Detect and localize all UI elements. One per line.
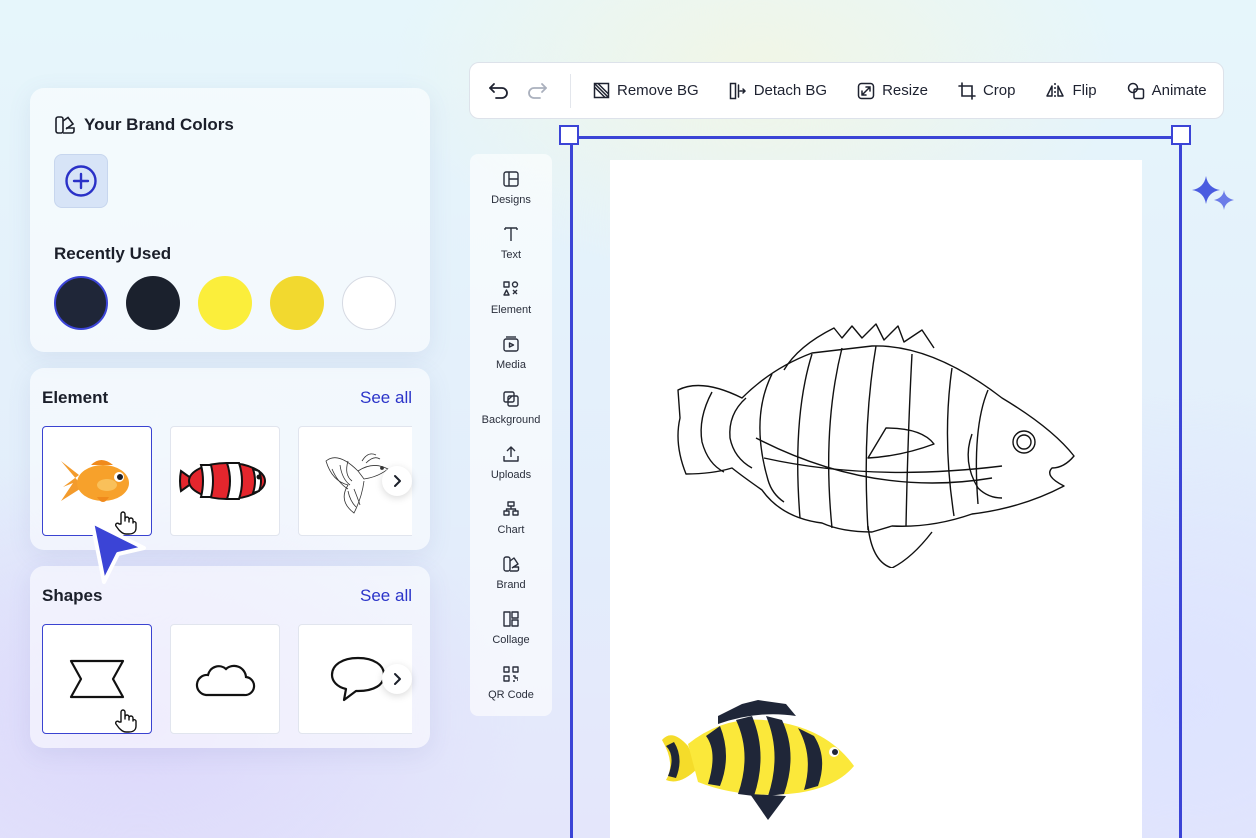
- element-section-title: Element: [42, 388, 109, 407]
- clownfish-image: [179, 462, 266, 500]
- hand-pointer-icon: [115, 709, 137, 733]
- color-swatch[interactable]: [270, 276, 324, 330]
- sidebar-item-label: Background: [481, 414, 541, 426]
- element-clownfish-thumb[interactable]: [170, 426, 280, 536]
- resize-handle-top-right[interactable]: [1171, 125, 1191, 145]
- shapes-next-button[interactable]: [382, 664, 412, 694]
- sidebar-item-label: Uploads: [490, 469, 532, 481]
- animate-icon: [1127, 82, 1144, 99]
- plus-circle-icon: [65, 165, 97, 197]
- detach-bg-label: Detach BG: [753, 82, 828, 99]
- sidebar-item-label: Media: [496, 359, 526, 371]
- chart-icon: [503, 501, 519, 516]
- arrow-cursor-icon: [90, 520, 146, 584]
- remove-bg-button[interactable]: Remove BG: [593, 82, 699, 99]
- uploads-icon: [503, 446, 519, 462]
- shapes-see-all-link[interactable]: See all: [360, 586, 412, 606]
- remove-bg-label: Remove BG: [617, 82, 699, 99]
- animate-label: Animate: [1151, 82, 1207, 99]
- brand-icon: [55, 116, 75, 134]
- shapes-section: Shapes See all: [30, 566, 430, 748]
- sidebar-item-label: Designs: [491, 194, 531, 206]
- resize-icon: [857, 82, 875, 99]
- sidebar-item-element[interactable]: Element: [470, 280, 552, 316]
- undo-icon[interactable]: [488, 82, 510, 100]
- brand-colors-panel: Your Brand Colors Recently Used: [30, 88, 430, 352]
- element-icon: [503, 281, 519, 296]
- sidebar-item-text[interactable]: Text: [470, 225, 552, 261]
- sidebar-item-label: Collage: [492, 634, 530, 646]
- animate-button[interactable]: Animate: [1127, 82, 1207, 100]
- sidebar-item-designs[interactable]: Designs: [470, 170, 552, 206]
- remove-bg-icon: [593, 82, 610, 99]
- flip-button[interactable]: Flip: [1045, 82, 1097, 100]
- sidebar-item-label: QR Code: [488, 689, 534, 701]
- flip-icon: [1046, 82, 1065, 99]
- chevron-right-icon: [394, 673, 401, 685]
- color-swatch[interactable]: [126, 276, 180, 330]
- flip-label: Flip: [1072, 82, 1097, 99]
- qr-code-icon: [503, 666, 519, 682]
- text-icon: [504, 227, 518, 241]
- sidebar-item-label: Element: [490, 304, 532, 316]
- sidebar-item-label: Chart: [497, 524, 525, 536]
- sidebar-item-collage[interactable]: Collage: [470, 610, 552, 646]
- media-icon: [503, 336, 519, 352]
- fish-outline-illustration: [677, 323, 1075, 568]
- ai-sparkle-icon: [1192, 176, 1234, 210]
- tool-sidebar: Designs Text Element Media Background Uploads…: [470, 154, 552, 716]
- sidebar-item-qr-code[interactable]: QR Code: [470, 665, 552, 701]
- crop-button[interactable]: Crop: [958, 81, 1016, 100]
- brand-colors-header: Your Brand Colors: [54, 114, 234, 136]
- element-see-all-link[interactable]: See all: [360, 388, 412, 408]
- sidebar-item-brand[interactable]: Brand: [470, 555, 552, 591]
- sidebar-item-label: Brand: [496, 579, 526, 591]
- sidebar-item-media[interactable]: Media: [470, 335, 552, 371]
- sidebar-item-uploads[interactable]: Uploads: [470, 445, 552, 481]
- crop-label: Crop: [982, 82, 1016, 99]
- sidebar-item-background[interactable]: Background: [470, 390, 552, 426]
- detach-bg-button[interactable]: Detach BG: [729, 82, 827, 100]
- yellow-striped-fish-image: [662, 700, 854, 820]
- background-icon: [503, 391, 519, 407]
- resize-handle-top-left[interactable]: [559, 125, 579, 145]
- recent-color-swatches: [54, 276, 396, 330]
- detach-bg-icon: [729, 82, 746, 99]
- history-controls: [470, 73, 571, 108]
- design-canvas[interactable]: [610, 160, 1142, 838]
- shape-cloud-thumb[interactable]: [170, 624, 280, 734]
- redo-icon[interactable]: [526, 82, 548, 100]
- image-toolbar: Remove BG Detach BG Resize Crop Flip Ani…: [469, 62, 1224, 119]
- chevron-right-icon: [394, 475, 401, 487]
- shape-thumbnails: [42, 624, 412, 736]
- cloud-shape: [195, 664, 256, 697]
- brand-colors-title: Your Brand Colors: [84, 115, 234, 134]
- resize-label: Resize: [882, 82, 928, 99]
- add-brand-color-button[interactable]: [54, 154, 108, 208]
- speech-bubble-shape: [330, 656, 386, 702]
- sidebar-item-chart[interactable]: Chart: [470, 500, 552, 536]
- recently-used-title: Recently Used: [54, 244, 172, 263]
- collage-icon: [503, 611, 519, 627]
- crop-icon: [958, 81, 976, 100]
- goldfish-image: [61, 460, 129, 502]
- brand-icon: [503, 556, 520, 572]
- resize-button[interactable]: Resize: [857, 82, 928, 100]
- element-next-button[interactable]: [382, 466, 412, 496]
- color-swatch[interactable]: [342, 276, 396, 330]
- color-swatch[interactable]: [54, 276, 108, 330]
- designs-icon: [503, 171, 519, 187]
- sidebar-item-label: Text: [500, 249, 522, 261]
- ribbon-shape: [69, 659, 125, 699]
- color-swatch[interactable]: [198, 276, 252, 330]
